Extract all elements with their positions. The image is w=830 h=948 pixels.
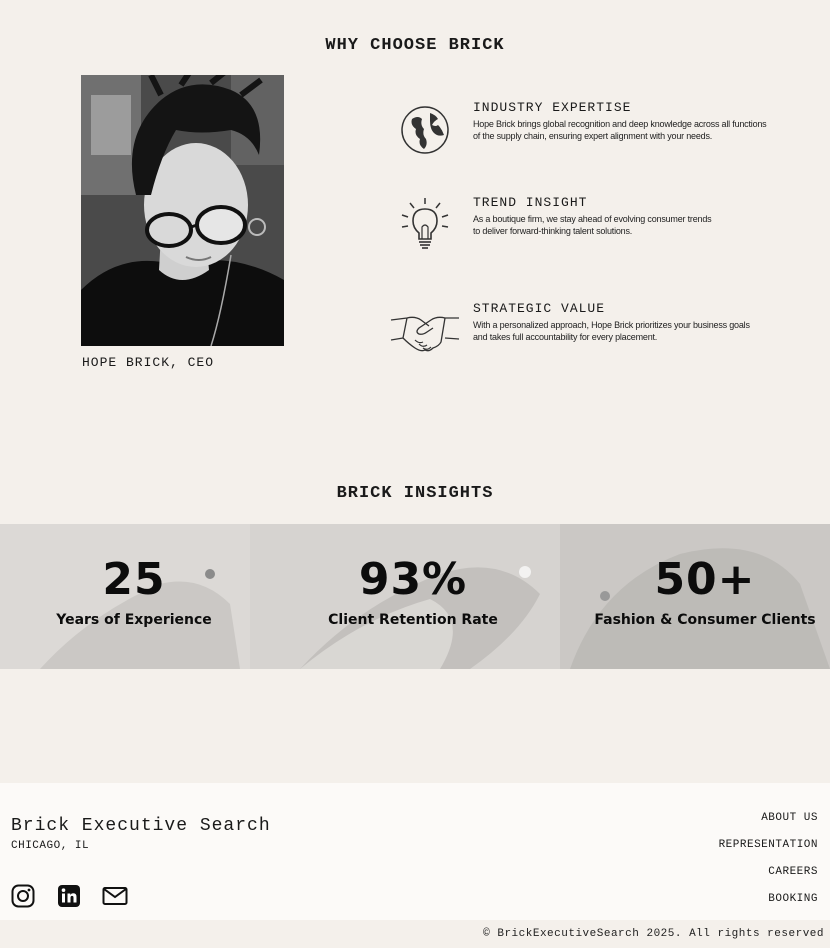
feature-industry-expertise: INDUSTRY EXPERTISE Hope Brick brings glo… — [388, 100, 808, 160]
stat-years: 25 Years of Experience — [44, 554, 224, 628]
why-choose-title: WHY CHOOSE BRICK — [325, 36, 505, 55]
feature-description-line: and takes full accountability for every … — [473, 332, 658, 342]
stat-value: 93% — [358, 554, 468, 605]
stat-value: 50+ — [654, 554, 756, 605]
feature-description-line: As a boutique firm, we stay ahead of evo… — [473, 214, 712, 224]
globe-icon — [388, 100, 462, 160]
feature-title: STRATEGIC VALUE — [473, 301, 606, 316]
ceo-photo — [81, 75, 284, 346]
instagram-icon[interactable] — [10, 883, 36, 909]
stat-clients: 50+ Fashion & Consumer Clients — [590, 554, 820, 628]
footer-city: CHICAGO, IL — [11, 840, 90, 852]
feature-title: TREND INSIGHT — [473, 195, 588, 210]
feature-description-line: Hope Brick brings global recognition and… — [473, 119, 767, 129]
stat-label: Years of Experience — [56, 612, 212, 628]
nav-about-us[interactable]: ABOUT US — [719, 805, 818, 832]
linkedin-icon[interactable] — [56, 883, 82, 909]
nav-careers[interactable]: CAREERS — [719, 859, 818, 886]
feature-description-line: to deliver forward-thinking talent solut… — [473, 226, 633, 236]
feature-description-line: With a personalized approach, Hope Brick… — [473, 320, 750, 330]
footer-brand: Brick Executive Search — [11, 816, 271, 836]
feature-strategic-value: STRATEGIC VALUE With a personalized appr… — [388, 301, 808, 361]
nav-representation[interactable]: REPRESENTATION — [719, 832, 818, 859]
feature-trend-insight: TREND INSIGHT As a boutique firm, we sta… — [388, 195, 808, 255]
ceo-caption: HOPE BRICK, CEO — [82, 355, 215, 370]
feature-title: INDUSTRY EXPERTISE — [473, 100, 632, 115]
nav-booking[interactable]: BOOKING — [719, 886, 818, 913]
footer-nav: ABOUT US REPRESENTATION CAREERS BOOKING — [719, 805, 818, 913]
footer: Brick Executive Search CHICAGO, IL ABOUT… — [0, 783, 830, 920]
stat-label: Fashion & Consumer Clients — [594, 612, 816, 628]
stat-value: 25 — [102, 554, 166, 605]
stats-band: 25 Years of Experience 93% Client Retent… — [0, 524, 830, 669]
handshake-icon — [388, 301, 462, 361]
stat-label: Client Retention Rate — [328, 612, 498, 628]
stat-retention: 93% Client Retention Rate — [318, 554, 508, 628]
brick-insights-title: BRICK INSIGHTS — [336, 484, 494, 503]
mail-icon[interactable] — [101, 883, 129, 909]
copyright: © BrickExecutiveSearch 2025. All rights … — [483, 928, 824, 940]
feature-description-line: of the supply chain, ensuring expert ali… — [473, 131, 713, 141]
lightbulb-icon — [388, 195, 462, 255]
